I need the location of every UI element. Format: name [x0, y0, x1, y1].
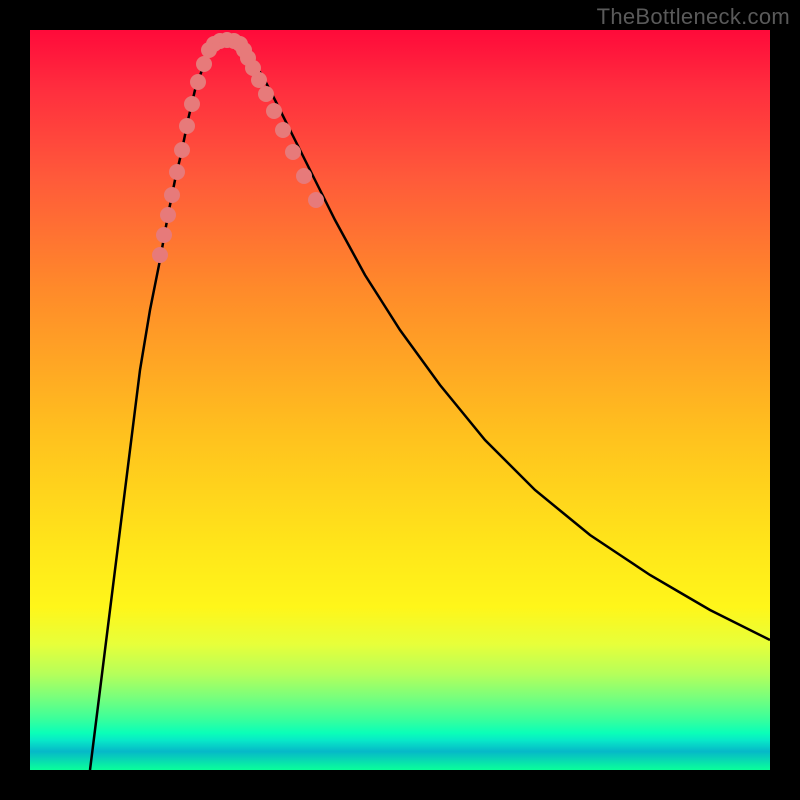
data-dot	[251, 72, 267, 88]
data-dot	[196, 56, 212, 72]
data-dot	[156, 227, 172, 243]
chart-svg	[30, 30, 770, 770]
data-dot	[179, 118, 195, 134]
data-dot	[275, 122, 291, 138]
data-dot	[152, 247, 168, 263]
data-dot	[169, 164, 185, 180]
curve-right	[240, 45, 770, 640]
data-dot	[184, 96, 200, 112]
data-dot	[285, 144, 301, 160]
data-dot	[174, 142, 190, 158]
data-dot	[164, 187, 180, 203]
curve-left	[90, 45, 213, 770]
data-dot	[266, 103, 282, 119]
data-dot	[296, 168, 312, 184]
data-dot	[258, 86, 274, 102]
data-dot	[308, 192, 324, 208]
data-dot	[160, 207, 176, 223]
data-dot	[190, 74, 206, 90]
data-dots	[152, 32, 324, 263]
watermark-text: TheBottleneck.com	[597, 4, 790, 30]
